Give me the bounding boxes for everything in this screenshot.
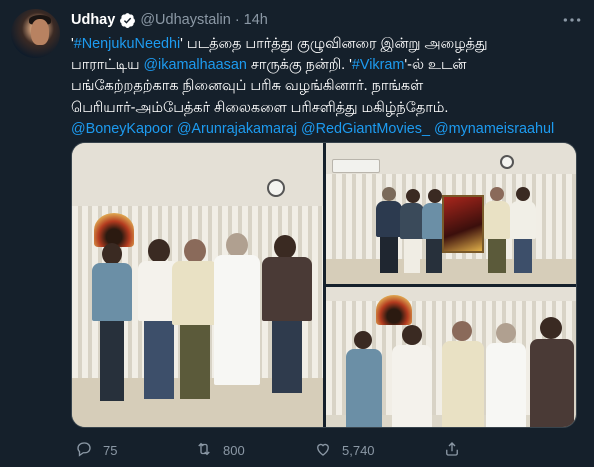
avatar-face — [31, 19, 49, 45]
retweet-button[interactable]: 800 — [195, 440, 245, 460]
text-segment: பாராட்டிய — [71, 57, 144, 74]
tweet-header: Udhay @Udhaystalin · 14h — [71, 10, 268, 30]
text-segment: ' படத்தை பார்த்து குழுவினரை இன்று அழைத்த… — [180, 36, 488, 52]
avatar[interactable] — [11, 9, 60, 58]
media-grid — [71, 142, 577, 428]
air-conditioner — [332, 159, 380, 173]
hashtag-vikram[interactable]: #Vikram — [352, 57, 405, 73]
mention-arunrajakamaraj[interactable]: @Arunrajakamaraj — [177, 121, 297, 137]
feather-decoration — [376, 295, 412, 325]
text-line-3: பங்கேற்றதற்காக நினைவுப் பரிசு வழங்கினார்… — [71, 78, 424, 95]
photo-3[interactable] — [326, 287, 576, 427]
more-icon[interactable] — [560, 12, 584, 28]
timestamp[interactable]: 14h — [244, 12, 268, 28]
retweet-count: 800 — [223, 442, 245, 458]
vikram-poster — [442, 195, 484, 253]
tweet-actions: 75 800 5,740 — [71, 440, 577, 460]
photo-floor — [326, 258, 576, 284]
author-handle[interactable]: @Udhaystalin — [140, 12, 230, 28]
text-line-2: பாராட்டிய @ikamalhaasan சாருக்கு நன்றி. … — [71, 55, 585, 76]
like-count: 5,740 — [342, 442, 375, 458]
tweet: Udhay @Udhaystalin · 14h '#NenjukuNeedhi… — [0, 0, 594, 467]
reply-icon — [75, 440, 93, 461]
hashtag-nenjukuneedhi[interactable]: #NenjukuNeedhi — [74, 36, 180, 52]
reply-count: 75 — [103, 442, 118, 458]
photo-1[interactable] — [72, 143, 323, 427]
text-segment: சாருக்கு நன்றி. ' — [246, 57, 352, 74]
separator-dot: · — [234, 12, 240, 28]
mention-ikamalhaasan[interactable]: @ikamalhaasan — [143, 57, 246, 73]
clock-icon — [500, 155, 514, 169]
tweet-text: '#NenjukuNeedhi' படத்தை பார்த்து குழுவின… — [71, 34, 585, 140]
feather-decoration — [94, 213, 134, 247]
mention-boneykapoor[interactable]: @BoneyKapoor — [71, 121, 173, 137]
share-icon — [443, 440, 461, 461]
mention-mynameisraahul[interactable]: @mynameisraahul — [434, 121, 554, 137]
text-line-1: '#NenjukuNeedhi' படத்தை பார்த்து குழுவின… — [71, 34, 585, 55]
reply-button[interactable]: 75 — [75, 440, 117, 460]
verified-badge-icon — [119, 12, 136, 29]
clock-icon — [267, 179, 285, 197]
like-icon — [314, 440, 332, 461]
retweet-icon — [195, 440, 213, 461]
mention-redgiantmovies[interactable]: @RedGiantMovies_ — [301, 121, 430, 137]
text-line-4: பெரியார்-அம்பேத்கர் சிலைகளை பரிசளித்து ம… — [71, 99, 449, 116]
text-segment: '-ல் உடன் — [404, 57, 467, 74]
text-line-5: @BoneyKapoor @Arunrajakamaraj @RedGiantM… — [71, 119, 585, 140]
share-button[interactable] — [443, 440, 461, 460]
like-button[interactable]: 5,740 — [314, 440, 375, 460]
photo-2[interactable] — [326, 143, 576, 284]
author-name[interactable]: Udhay — [71, 12, 115, 28]
